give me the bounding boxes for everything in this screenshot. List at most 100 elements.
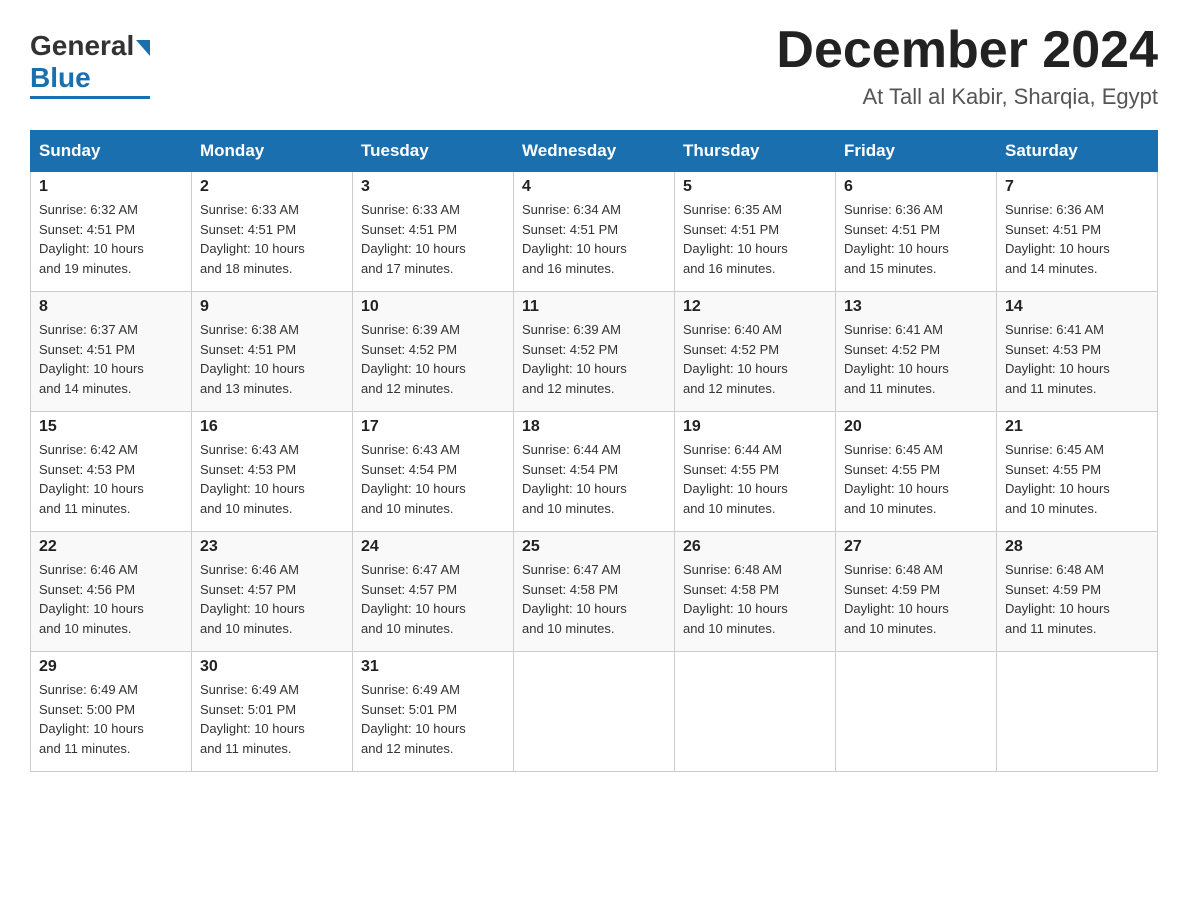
- day-number-20: 20: [844, 418, 988, 436]
- day-info-26: Sunrise: 6:48 AMSunset: 4:58 PMDaylight:…: [683, 560, 827, 638]
- day-cell-25: 25 Sunrise: 6:47 AMSunset: 4:58 PMDayligh…: [514, 532, 675, 652]
- location-subtitle: At Tall al Kabir, Sharqia, Egypt: [776, 84, 1158, 110]
- day-cell-1: 1Sunrise: 6:32 AMSunset: 4:51 PMDaylight…: [31, 172, 192, 292]
- col-header-thursday: Thursday: [675, 131, 836, 172]
- day-number-3: 3: [361, 178, 505, 196]
- day-cell-27: 27Sunrise: 6:48 AMSunset: 4:59 PMDayligh…: [836, 532, 997, 652]
- day-cell-23: 23 Sunrise: 6:46 AMSunset: 4:57 PMDayligh…: [192, 532, 353, 652]
- day-info-30: Sunrise: 6:49 AMSunset: 5:01 PMDaylight:…: [200, 680, 344, 758]
- week-row-2: 8 Sunrise: 6:37 AMSunset: 4:51 PMDaylight…: [31, 292, 1158, 412]
- day-number-19: 19: [683, 418, 827, 436]
- day-number-17: 17: [361, 418, 505, 436]
- col-header-sunday: Sunday: [31, 131, 192, 172]
- day-info-25: Sunrise: 6:47 AMSunset: 4:58 PMDaylight:…: [522, 560, 666, 638]
- week-row-3: 15 Sunrise: 6:42 AMSunset: 4:53 PMDayligh…: [31, 412, 1158, 532]
- week-row-4: 22 Sunrise: 6:46 AMSunset: 4:56 PMDayligh…: [31, 532, 1158, 652]
- logo-arrow-icon: [136, 40, 150, 56]
- day-cell-11: 11 Sunrise: 6:39 AMSunset: 4:52 PMDayligh…: [514, 292, 675, 412]
- day-cell-8: 8 Sunrise: 6:37 AMSunset: 4:51 PMDaylight…: [31, 292, 192, 412]
- logo-general-text: General: [30, 30, 134, 62]
- day-cell-24: 24Sunrise: 6:47 AMSunset: 4:57 PMDayligh…: [353, 532, 514, 652]
- day-cell-20: 20 Sunrise: 6:45 AMSunset: 4:55 PMDayligh…: [836, 412, 997, 532]
- day-cell-12: 12Sunrise: 6:40 AMSunset: 4:52 PMDayligh…: [675, 292, 836, 412]
- day-number-18: 18: [522, 418, 666, 436]
- day-info-5: Sunrise: 6:35 AMSunset: 4:51 PMDaylight:…: [683, 200, 827, 278]
- day-info-10: Sunrise: 6:39 AMSunset: 4:52 PMDaylight:…: [361, 320, 505, 398]
- day-cell-31: 31Sunrise: 6:49 AMSunset: 5:01 PMDayligh…: [353, 652, 514, 772]
- col-header-saturday: Saturday: [997, 131, 1158, 172]
- day-number-13: 13: [844, 298, 988, 316]
- day-info-16: Sunrise: 6:43 AMSunset: 4:53 PMDaylight:…: [200, 440, 344, 518]
- day-info-4: Sunrise: 6:34 AMSunset: 4:51 PMDaylight:…: [522, 200, 666, 278]
- empty-cell: [675, 652, 836, 772]
- day-cell-28: 28 Sunrise: 6:48 AMSunset: 4:59 PMDayligh…: [997, 532, 1158, 652]
- day-info-11: Sunrise: 6:39 AMSunset: 4:52 PMDaylight:…: [522, 320, 666, 398]
- logo: General Blue: [30, 30, 150, 99]
- page-header: General Blue December 2024 At Tall al Ka…: [30, 20, 1158, 110]
- day-number-11: 11: [522, 298, 666, 316]
- day-number-14: 14: [1005, 298, 1149, 316]
- col-header-tuesday: Tuesday: [353, 131, 514, 172]
- day-info-2: Sunrise: 6:33 AMSunset: 4:51 PMDaylight:…: [200, 200, 344, 278]
- month-title: December 2024: [776, 20, 1158, 80]
- empty-cell: [514, 652, 675, 772]
- day-info-13: Sunrise: 6:41 AMSunset: 4:52 PMDaylight:…: [844, 320, 988, 398]
- day-cell-29: 29 Sunrise: 6:49 AMSunset: 5:00 PMDayligh…: [31, 652, 192, 772]
- day-number-28: 28: [1005, 538, 1149, 556]
- day-number-12: 12: [683, 298, 827, 316]
- col-header-monday: Monday: [192, 131, 353, 172]
- day-number-2: 2: [200, 178, 344, 196]
- day-number-8: 8: [39, 298, 183, 316]
- day-info-9: Sunrise: 6:38 AMSunset: 4:51 PMDaylight:…: [200, 320, 344, 398]
- day-info-28: Sunrise: 6:48 AMSunset: 4:59 PMDaylight:…: [1005, 560, 1149, 638]
- day-cell-6: 6 Sunrise: 6:36 AMSunset: 4:51 PMDaylight…: [836, 172, 997, 292]
- day-cell-19: 19 Sunrise: 6:44 AMSunset: 4:55 PMDayligh…: [675, 412, 836, 532]
- day-info-3: Sunrise: 6:33 AMSunset: 4:51 PMDaylight:…: [361, 200, 505, 278]
- week-row-5: 29 Sunrise: 6:49 AMSunset: 5:00 PMDayligh…: [31, 652, 1158, 772]
- day-number-27: 27: [844, 538, 988, 556]
- day-info-22: Sunrise: 6:46 AMSunset: 4:56 PMDaylight:…: [39, 560, 183, 638]
- day-info-19: Sunrise: 6:44 AMSunset: 4:55 PMDaylight:…: [683, 440, 827, 518]
- day-cell-2: 2 Sunrise: 6:33 AMSunset: 4:51 PMDaylight…: [192, 172, 353, 292]
- day-cell-13: 13 Sunrise: 6:41 AMSunset: 4:52 PMDayligh…: [836, 292, 997, 412]
- calendar-table: SundayMondayTuesdayWednesdayThursdayFrid…: [30, 130, 1158, 772]
- day-info-20: Sunrise: 6:45 AMSunset: 4:55 PMDaylight:…: [844, 440, 988, 518]
- day-number-10: 10: [361, 298, 505, 316]
- day-cell-26: 26 Sunrise: 6:48 AMSunset: 4:58 PMDayligh…: [675, 532, 836, 652]
- col-header-friday: Friday: [836, 131, 997, 172]
- day-cell-17: 17 Sunrise: 6:43 AMSunset: 4:54 PMDayligh…: [353, 412, 514, 532]
- day-info-15: Sunrise: 6:42 AMSunset: 4:53 PMDaylight:…: [39, 440, 183, 518]
- day-number-9: 9: [200, 298, 344, 316]
- day-cell-7: 7Sunrise: 6:36 AMSunset: 4:51 PMDaylight…: [997, 172, 1158, 292]
- day-cell-3: 3 Sunrise: 6:33 AMSunset: 4:51 PMDaylight…: [353, 172, 514, 292]
- day-cell-5: 5 Sunrise: 6:35 AMSunset: 4:51 PMDaylight…: [675, 172, 836, 292]
- day-number-6: 6: [844, 178, 988, 196]
- day-info-21: Sunrise: 6:45 AMSunset: 4:55 PMDaylight:…: [1005, 440, 1149, 518]
- day-info-31: Sunrise: 6:49 AMSunset: 5:01 PMDaylight:…: [361, 680, 505, 758]
- day-info-6: Sunrise: 6:36 AMSunset: 4:51 PMDaylight:…: [844, 200, 988, 278]
- day-cell-18: 18 Sunrise: 6:44 AMSunset: 4:54 PMDayligh…: [514, 412, 675, 532]
- day-number-15: 15: [39, 418, 183, 436]
- empty-cell: [997, 652, 1158, 772]
- day-number-29: 29: [39, 658, 183, 676]
- calendar-header-row: SundayMondayTuesdayWednesdayThursdayFrid…: [31, 131, 1158, 172]
- title-area: December 2024 At Tall al Kabir, Sharqia,…: [776, 20, 1158, 110]
- day-info-23: Sunrise: 6:46 AMSunset: 4:57 PMDaylight:…: [200, 560, 344, 638]
- day-number-7: 7: [1005, 178, 1149, 196]
- day-info-17: Sunrise: 6:43 AMSunset: 4:54 PMDaylight:…: [361, 440, 505, 518]
- day-number-4: 4: [522, 178, 666, 196]
- day-cell-9: 9 Sunrise: 6:38 AMSunset: 4:51 PMDaylight…: [192, 292, 353, 412]
- day-info-8: Sunrise: 6:37 AMSunset: 4:51 PMDaylight:…: [39, 320, 183, 398]
- day-number-22: 22: [39, 538, 183, 556]
- day-number-25: 25: [522, 538, 666, 556]
- day-info-29: Sunrise: 6:49 AMSunset: 5:00 PMDaylight:…: [39, 680, 183, 758]
- day-info-18: Sunrise: 6:44 AMSunset: 4:54 PMDaylight:…: [522, 440, 666, 518]
- day-number-26: 26: [683, 538, 827, 556]
- day-number-5: 5: [683, 178, 827, 196]
- day-number-30: 30: [200, 658, 344, 676]
- day-cell-30: 30 Sunrise: 6:49 AMSunset: 5:01 PMDayligh…: [192, 652, 353, 772]
- col-header-wednesday: Wednesday: [514, 131, 675, 172]
- day-number-23: 23: [200, 538, 344, 556]
- day-number-1: 1: [39, 178, 183, 196]
- day-number-16: 16: [200, 418, 344, 436]
